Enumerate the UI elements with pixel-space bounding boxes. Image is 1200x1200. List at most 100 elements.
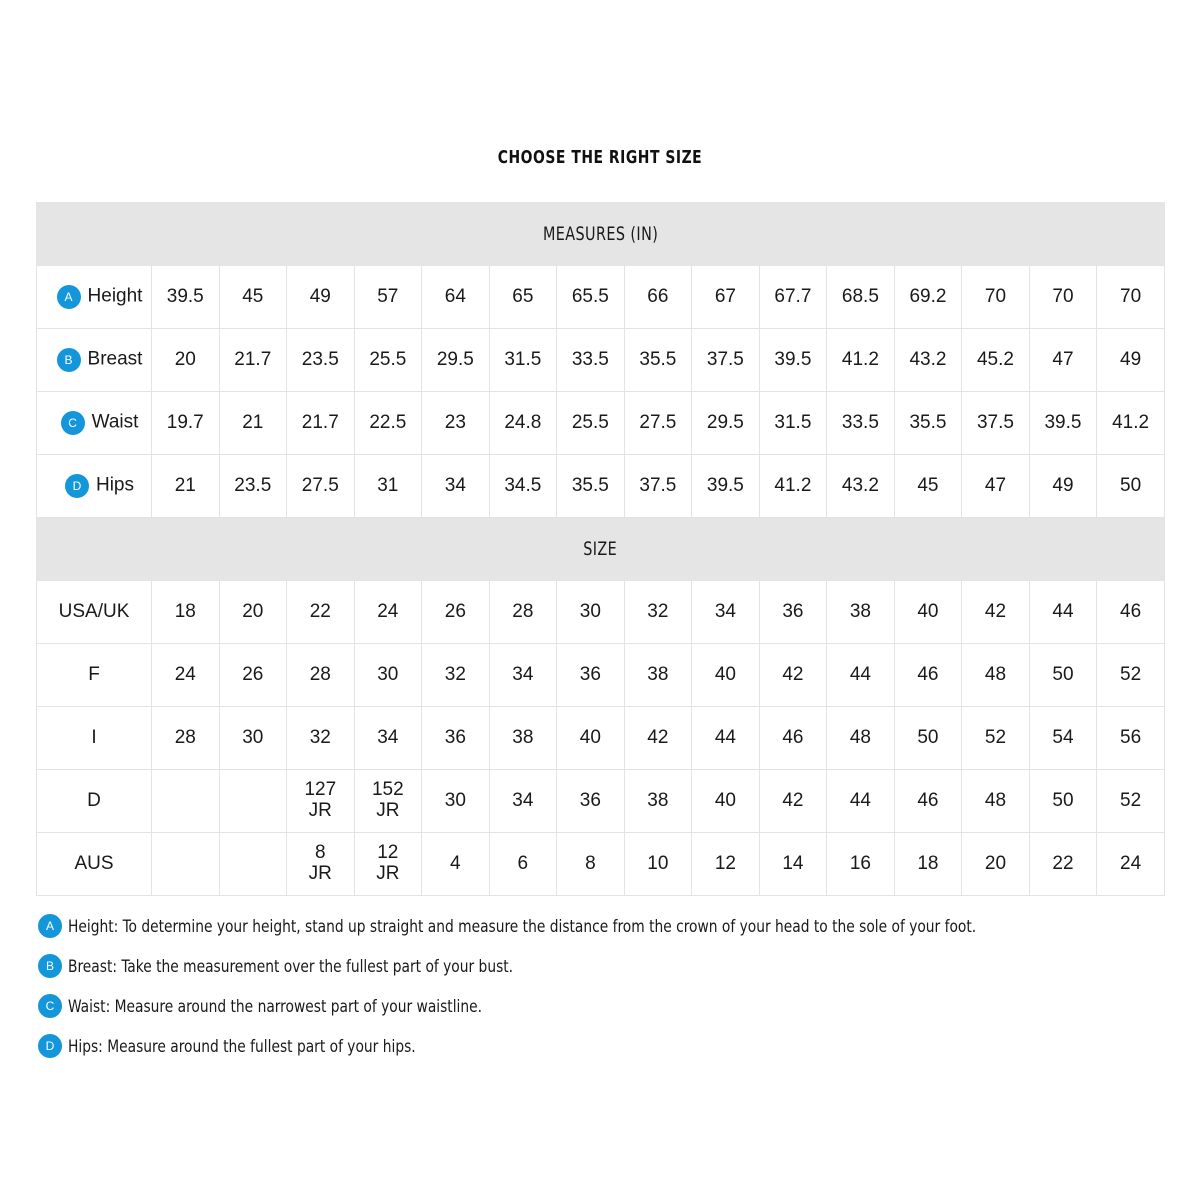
table-cell: 41.2 (758, 454, 828, 518)
legend-item: D Hips: Measure around the fullest part o… (38, 1026, 1178, 1066)
table-cell: 37.5 (961, 391, 1030, 455)
table-cell: 69.2 (893, 265, 963, 329)
legend-badge-c: C (38, 994, 62, 1018)
table-cell: 36 (556, 769, 625, 833)
table-cell: 57 (353, 265, 423, 329)
measures-section-header: MEASURES (IN) (36, 202, 1165, 266)
size-chart-table: MEASURES (IN) A Height 39.5 45 49 57 64 65 65.5 6… (36, 202, 1165, 896)
table-cell: 36 (758, 580, 828, 644)
table-cell: 35.5 (556, 454, 625, 518)
cell-value: 152 (371, 779, 404, 801)
table-cell: 30 (353, 643, 423, 707)
table-cell: 28 (488, 580, 558, 644)
table-row: AUS 8 JR 12 JR 4 6 8 10 12 14 16 18 20 22 24 (36, 832, 1165, 896)
table-cell: 24 (1096, 832, 1165, 896)
size-chart-page: CHOOSE THE RIGHT SIZE MEASURES (IN) A Hei… (0, 0, 1200, 1200)
table-cell: 40 (893, 580, 963, 644)
measures-section-header-row: MEASURES (IN) (36, 202, 1165, 266)
row-label-breast: B Breast (36, 328, 152, 392)
table-cell: 30 (218, 706, 288, 770)
table-cell: 40 (556, 706, 625, 770)
row-label-f: F (36, 643, 152, 707)
table-cell: 45 (893, 454, 963, 518)
size-section-header: SIZE (36, 517, 1165, 581)
table-cell: 70 (961, 265, 1030, 329)
table-cell: 40 (691, 769, 760, 833)
table-cell: 37.5 (691, 328, 760, 392)
table-cell: 44 (826, 643, 895, 707)
table-cell: 43.2 (893, 328, 963, 392)
table-cell: 52 (961, 706, 1030, 770)
row-label-text: USA/UK (58, 600, 130, 622)
table-cell: 40 (691, 643, 760, 707)
table-cell: 29.5 (421, 328, 490, 392)
legend-item: B Breast: Take the measurement over the f… (38, 946, 1178, 986)
legend-text: Hips: Measure around the fullest part of… (68, 1036, 416, 1056)
table-cell: 34 (353, 706, 423, 770)
table-cell: 8 (556, 832, 625, 896)
table-row: B Breast 20 21.7 23.5 25.5 29.5 31.5 33.5 35.5 37.… (36, 328, 1165, 392)
table-cell: 20 (218, 580, 288, 644)
row-label-height: A Height (36, 265, 152, 329)
table-cell: 21 (218, 391, 288, 455)
row-label-aus: AUS (36, 832, 152, 896)
legend-badge-b: B (38, 954, 62, 978)
table-cell: 42 (758, 769, 828, 833)
table-cell (151, 769, 220, 833)
table-cell: 23 (421, 391, 490, 455)
table-cell: 21.7 (218, 328, 288, 392)
table-row: D 127 JR 152 JR 30 34 36 38 40 42 44 46 48 50 52 (36, 769, 1165, 833)
table-row: D Hips 21 23.5 27.5 31 34 34.5 35.5 37.5 39.5 41.2 4… (36, 454, 1165, 518)
cell-value: 8 (315, 842, 326, 864)
table-cell: 30 (556, 580, 625, 644)
table-cell: 56 (1096, 706, 1165, 770)
table-cell: 32 (286, 706, 355, 770)
table-cell: 24 (151, 643, 220, 707)
legend-badge-a: A (38, 914, 62, 938)
cell-suffix: JR (308, 800, 332, 821)
table-cell: 50 (1028, 643, 1098, 707)
table-cell: 34.5 (488, 454, 558, 518)
table-cell: 44 (691, 706, 760, 770)
legend: A Height: To determine your height, stand… (38, 906, 1178, 1066)
table-cell: 127 JR (286, 769, 355, 833)
table-cell (218, 769, 288, 833)
table-row: F 24 26 28 30 32 34 36 38 40 42 44 46 48 50 52 (36, 643, 1165, 707)
table-cell: 47 (1028, 328, 1098, 392)
table-cell: 22 (286, 580, 355, 644)
table-cell: 46 (758, 706, 828, 770)
table-cell: 67.7 (758, 265, 828, 329)
table-cell: 50 (1096, 454, 1165, 518)
table-cell: 6 (488, 832, 558, 896)
table-cell: 21.7 (286, 391, 355, 455)
table-cell: 68.5 (826, 265, 895, 329)
row-label-text: Breast (87, 348, 143, 370)
table-cell: 12 JR (353, 832, 423, 896)
table-cell: 30 (421, 769, 490, 833)
table-cell: 34 (421, 454, 490, 518)
table-cell (218, 832, 288, 896)
table-cell: 65 (488, 265, 558, 329)
table-cell: 41.2 (826, 328, 895, 392)
table-cell: 33.5 (556, 328, 625, 392)
table-cell: 25.5 (353, 328, 423, 392)
table-cell: 33.5 (826, 391, 895, 455)
table-row: USA/UK 18 20 22 24 26 28 30 32 34 36 38 40 42 44 46 (36, 580, 1165, 644)
table-cell: 44 (826, 769, 895, 833)
table-cell: 49 (286, 265, 355, 329)
size-section-header-row: SIZE (36, 517, 1165, 581)
cell-suffix: JR (376, 863, 400, 884)
table-cell: 34 (488, 643, 558, 707)
table-cell: 24 (353, 580, 423, 644)
table-cell: 36 (556, 643, 625, 707)
row-label-text: Waist (91, 411, 139, 433)
table-row: A Height 39.5 45 49 57 64 65 65.5 66 67 67.7 68.5 69.… (36, 265, 1165, 329)
table-cell: 35.5 (623, 328, 693, 392)
table-cell: 32 (421, 643, 490, 707)
size-section-header-text: SIZE (583, 537, 618, 560)
table-cell: 22 (1028, 832, 1098, 896)
table-cell: 48 (961, 643, 1030, 707)
cell-suffix: JR (308, 863, 332, 884)
table-cell: 37.5 (623, 454, 693, 518)
measure-badge-c: C (60, 411, 85, 435)
